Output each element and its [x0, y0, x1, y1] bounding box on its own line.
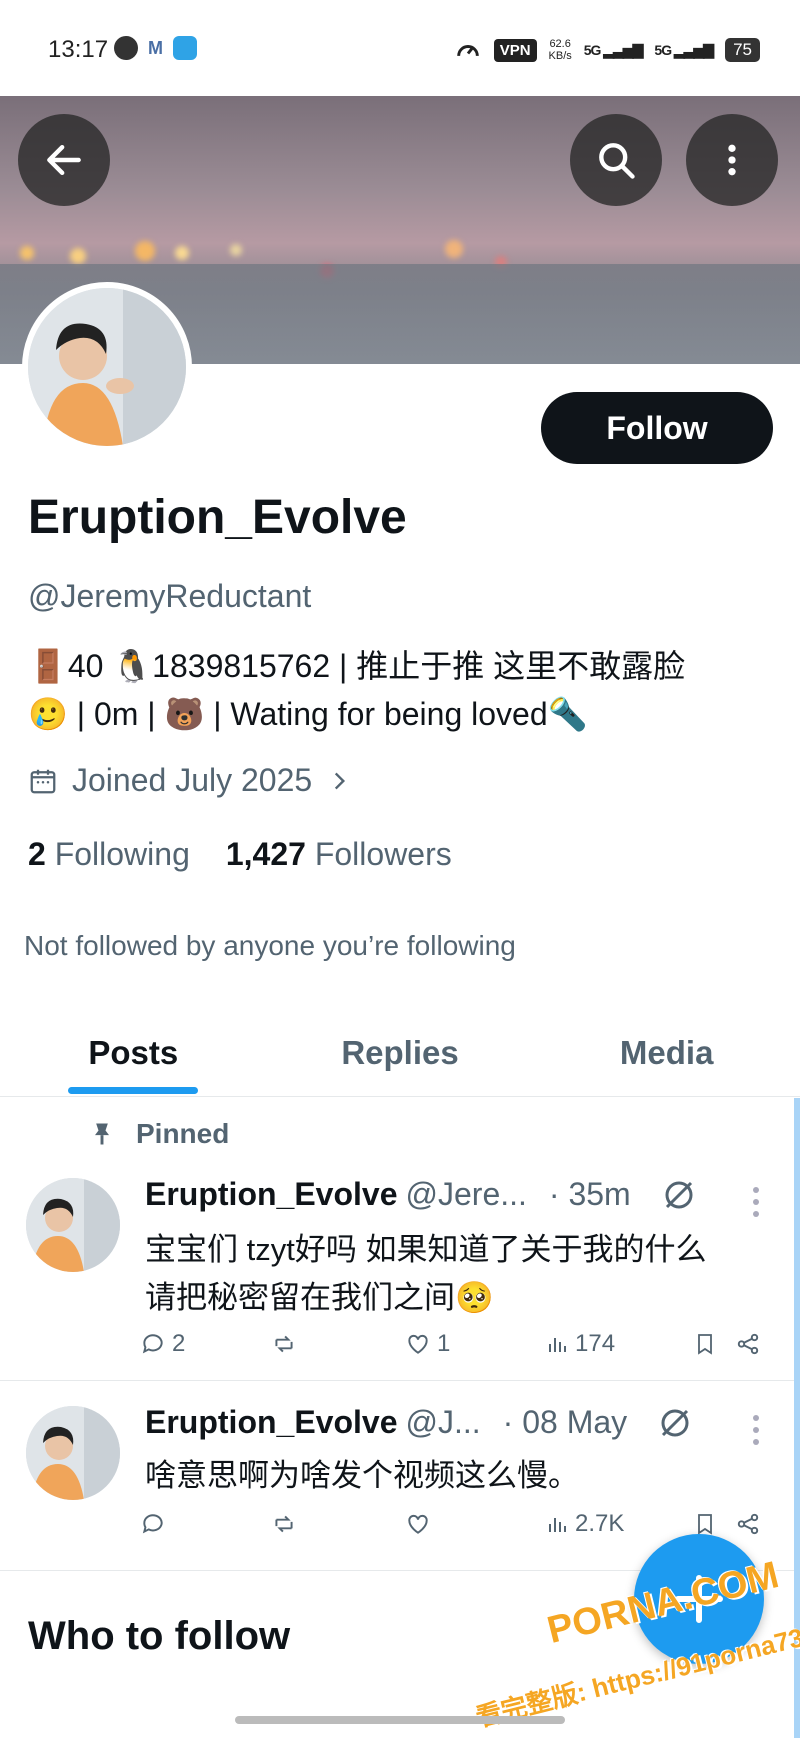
speedometer-icon: [456, 45, 479, 56]
bookmark-icon[interactable]: [693, 1331, 717, 1357]
chevron-right-icon: [335, 772, 346, 789]
bar-chart-icon: [549, 1338, 566, 1352]
joined-date[interactable]: Joined July 2025: [28, 762, 352, 799]
not-followed-note: Not followed by anyone you’re following: [24, 930, 516, 961]
post-author-name[interactable]: Eruption_Evolve: [145, 1404, 398, 1441]
reply-icon: [142, 1334, 163, 1354]
post-avatar[interactable]: [26, 1178, 120, 1272]
active-tab-indicator: [68, 1087, 199, 1094]
reply-button[interactable]: 2: [140, 1330, 270, 1358]
like-button[interactable]: 1: [405, 1330, 545, 1358]
post-author-handle[interactable]: @J...: [406, 1404, 481, 1441]
search-button[interactable]: [570, 114, 662, 206]
more-vertical-icon: [728, 144, 736, 176]
post-time: · 08 May: [502, 1404, 628, 1440]
heart-icon: [408, 1514, 428, 1534]
post-author-handle[interactable]: @Jere...: [406, 1176, 527, 1213]
reply-icon: [142, 1514, 163, 1534]
tab-media[interactable]: Media: [533, 1010, 800, 1096]
vpn-badge: VPN: [493, 38, 537, 62]
post-avatar[interactable]: [26, 1406, 120, 1500]
signal-icon-2: 5G ▂▃▅▇: [654, 41, 714, 58]
profile-name: Eruption_Evolve: [28, 491, 407, 544]
like-button[interactable]: [405, 1511, 545, 1537]
follow-button[interactable]: Follow: [541, 392, 773, 464]
back-button[interactable]: [18, 114, 110, 206]
profile-bio: 🚪40 🐧1839815762 | 推止于推 这里不敢露脸 🥲 | 0m | 🐻…: [28, 648, 686, 732]
profile-handle: @JeremyReductant: [28, 578, 312, 614]
views-indicator[interactable]: 174: [545, 1330, 693, 1358]
app-icon: [173, 36, 197, 60]
wechat-icon: [114, 36, 138, 60]
status-time: 13:17: [48, 36, 109, 63]
repost-icon: [275, 1335, 293, 1353]
post-text: 宝宝们 tzyt好吗 如果知道了关于我的什么 请把秘密留在我们之间🥺: [145, 1232, 707, 1315]
grok-icon[interactable]: [661, 1177, 697, 1213]
post-actions: 2 1 174: [140, 1330, 770, 1358]
gesture-nav-bar[interactable]: [235, 1716, 565, 1724]
profile-avatar[interactable]: [22, 282, 192, 452]
post-header: Eruption_Evolve @Jere... · 35m: [145, 1176, 697, 1213]
pinned-indicator: Pinned: [88, 1118, 229, 1150]
profile-tabs: Posts Replies Media: [0, 1010, 800, 1097]
repost-button[interactable]: [270, 1331, 405, 1357]
grok-icon[interactable]: [657, 1405, 693, 1441]
gmail-icon: M: [148, 37, 163, 58]
more-options-button[interactable]: [686, 114, 778, 206]
avatar-photo: [28, 288, 186, 446]
heart-icon: [408, 1334, 428, 1354]
notification-icons: M: [114, 36, 197, 60]
reply-button[interactable]: [140, 1511, 270, 1537]
status-bar: 13:17 M VPN 62.6 KB/s 5G ▂▃▅▇ 5G ▂▃▅▇ 75: [0, 0, 800, 96]
pin-icon: [95, 1123, 109, 1145]
followers-link[interactable]: 1,427 Followers: [226, 836, 452, 873]
post-text: 啥意思啊为啥发个视频这么慢。: [145, 1458, 579, 1493]
signal-icon: 5G ▂▃▅▇: [583, 41, 644, 58]
battery-indicator: 75: [725, 38, 760, 62]
tab-replies[interactable]: Replies: [267, 1010, 534, 1096]
repost-icon: [275, 1515, 293, 1533]
tab-posts[interactable]: Posts: [0, 1010, 267, 1096]
network-speed: 62.6 KB/s: [548, 38, 572, 62]
post-more-icon[interactable]: [744, 1184, 768, 1220]
bar-chart-icon: [549, 1518, 566, 1532]
follow-counts: 2 Following 1,427 Followers: [28, 836, 452, 873]
post-author-name[interactable]: Eruption_Evolve: [145, 1176, 398, 1213]
repost-button[interactable]: [270, 1511, 405, 1537]
share-icon[interactable]: [735, 1331, 761, 1357]
calendar-icon: [30, 769, 56, 793]
post-time: · 35m: [548, 1176, 631, 1212]
post-more-icon[interactable]: [744, 1412, 768, 1448]
back-arrow-icon: [47, 144, 81, 176]
who-to-follow-heading: Who to follow: [28, 1614, 291, 1658]
post-header: Eruption_Evolve @J... · 08 May: [145, 1404, 693, 1441]
following-link[interactable]: 2 Following: [28, 836, 190, 873]
search-icon: [599, 143, 635, 179]
